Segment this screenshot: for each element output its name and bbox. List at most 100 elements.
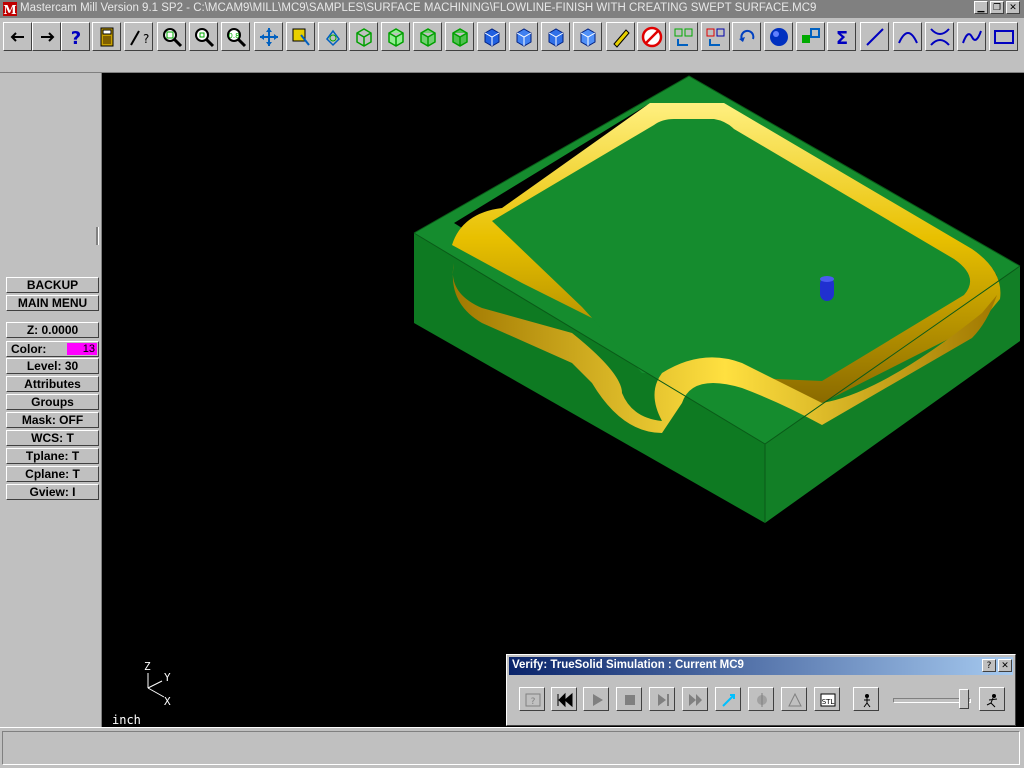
tool-icon	[820, 276, 834, 301]
backup-button[interactable]: BACKUP	[6, 277, 99, 293]
calculator-icon	[100, 27, 114, 47]
fillet-button[interactable]	[925, 22, 954, 51]
xform-button[interactable]	[796, 22, 825, 51]
no-delete-button[interactable]	[637, 22, 666, 51]
verify-help-button[interactable]: ?	[982, 659, 996, 672]
top-view-button[interactable]	[381, 22, 410, 51]
select-button[interactable]	[286, 22, 315, 51]
fillet-icon	[930, 28, 950, 46]
rotate-view-icon	[326, 29, 340, 47]
sigma-icon: Σ	[836, 28, 848, 49]
blue-cube-2-icon	[516, 28, 532, 47]
arrow-left-button[interactable]	[3, 22, 32, 51]
rewind-button[interactable]	[551, 687, 577, 711]
verify-title: Verify: TrueSolid Simulation : Current M…	[512, 659, 744, 671]
pencil-icon	[613, 29, 630, 48]
fast-speed-icon	[986, 694, 998, 708]
line-button[interactable]	[860, 22, 889, 51]
help-button[interactable]: ?	[61, 22, 90, 51]
slow-speed-button[interactable]	[853, 687, 879, 711]
close-button[interactable]: ✕	[1006, 1, 1020, 14]
side-view-button[interactable]	[445, 22, 474, 51]
calculator-button[interactable]	[92, 22, 121, 51]
blue-cube-1-button[interactable]	[477, 22, 506, 51]
tool-display-button[interactable]	[715, 687, 741, 711]
attributes-label: Attributes	[24, 377, 81, 391]
transform-button[interactable]	[669, 22, 698, 51]
gview-label: Gview: I	[29, 485, 76, 499]
xform-icon	[802, 28, 820, 43]
iso-view-button[interactable]	[349, 22, 378, 51]
undo-button[interactable]	[732, 22, 761, 51]
pencil-button[interactable]	[606, 22, 635, 51]
play-button[interactable]	[583, 687, 609, 711]
minimize-button[interactable]: ▁	[974, 1, 988, 14]
zoom-fit-button[interactable]: 0.8	[221, 22, 250, 51]
pan-icon	[260, 28, 278, 46]
prompt-area	[2, 731, 1020, 765]
arrow-right-button[interactable]	[32, 22, 61, 51]
svg-text:Σ: Σ	[836, 28, 848, 49]
rotate-view-button[interactable]	[318, 22, 347, 51]
zoom-part-button[interactable]	[781, 687, 807, 711]
arrow-left-icon	[10, 32, 24, 42]
restore-icon: ❐	[992, 3, 1002, 13]
transform-color-button[interactable]	[701, 22, 730, 51]
sphere-button[interactable]	[764, 22, 793, 51]
cplane-button[interactable]: Cplane: T	[6, 466, 99, 482]
close-icon: ✕	[1001, 661, 1009, 671]
fast-forward-button[interactable]	[682, 687, 708, 711]
pan-button[interactable]	[254, 22, 283, 51]
main-menu-label: MAIN MENU	[17, 296, 88, 310]
main-menu-button[interactable]: MAIN MENU	[6, 295, 99, 311]
level-button[interactable]: Level: 30	[6, 358, 99, 374]
blue-cube-4-button[interactable]	[573, 22, 602, 51]
iso-view-icon	[356, 28, 372, 47]
slow-speed-icon	[863, 694, 871, 708]
step-info-button[interactable]: ?	[519, 687, 545, 711]
blue-cube-1-icon	[484, 28, 500, 47]
blue-cube-2-button[interactable]	[509, 22, 538, 51]
level-label: Level: 30	[26, 359, 79, 373]
tplane-button[interactable]: Tplane: T	[6, 448, 99, 464]
transform-color-icon	[706, 28, 725, 46]
select-icon	[292, 28, 310, 46]
analyze-button[interactable]: ?	[124, 22, 153, 51]
mask-button[interactable]: Mask: OFF	[6, 412, 99, 428]
mask-label: Mask: OFF	[21, 413, 84, 427]
speed-slider-thumb[interactable]	[959, 689, 969, 709]
restore-button[interactable]: ❐	[990, 1, 1004, 14]
color-button[interactable]: Color: 13	[6, 341, 99, 357]
zoom-window-button[interactable]	[157, 22, 186, 51]
unzoom-icon	[195, 28, 215, 48]
arc-button[interactable]	[893, 22, 922, 51]
tplane-label: Tplane: T	[25, 449, 80, 463]
blue-cube-3-button[interactable]	[541, 22, 570, 51]
transform-icon	[674, 28, 693, 46]
gview-button[interactable]: Gview: I	[6, 484, 99, 500]
title-bar: M Mastercam Mill Version 9.1 SP2 - C:\MC…	[0, 0, 1024, 18]
panel-splitter[interactable]	[96, 227, 99, 245]
close-icon: ✕	[1009, 3, 1017, 13]
z-depth-button[interactable]: Z: 0.0000	[6, 322, 99, 338]
unzoom-button[interactable]	[189, 22, 218, 51]
front-view-button[interactable]	[413, 22, 442, 51]
spline-button[interactable]	[957, 22, 986, 51]
sphere-icon	[770, 28, 788, 46]
graphics-viewport[interactable]: Z Y X inch	[102, 73, 1024, 727]
tool-holder-button[interactable]	[748, 687, 774, 711]
cplane-label: Cplane: T	[25, 467, 80, 481]
zoom-fit-icon: 0.8	[227, 28, 247, 48]
groups-button[interactable]: Groups	[6, 394, 99, 410]
save-stl-button[interactable]: STL	[814, 687, 840, 711]
attributes-button[interactable]: Attributes	[6, 376, 99, 392]
sigma-button[interactable]: Σ	[827, 22, 856, 51]
verify-title-bar[interactable]: Verify: TrueSolid Simulation : Current M…	[509, 657, 1013, 675]
wcs-button[interactable]: WCS: T	[6, 430, 99, 446]
rectangle-button[interactable]	[989, 22, 1018, 51]
stop-button[interactable]	[616, 687, 642, 711]
step-forward-button[interactable]	[649, 687, 675, 711]
verify-close-button[interactable]: ✕	[998, 659, 1012, 672]
tool-holder-icon	[757, 693, 767, 707]
fast-speed-button[interactable]	[979, 687, 1005, 711]
